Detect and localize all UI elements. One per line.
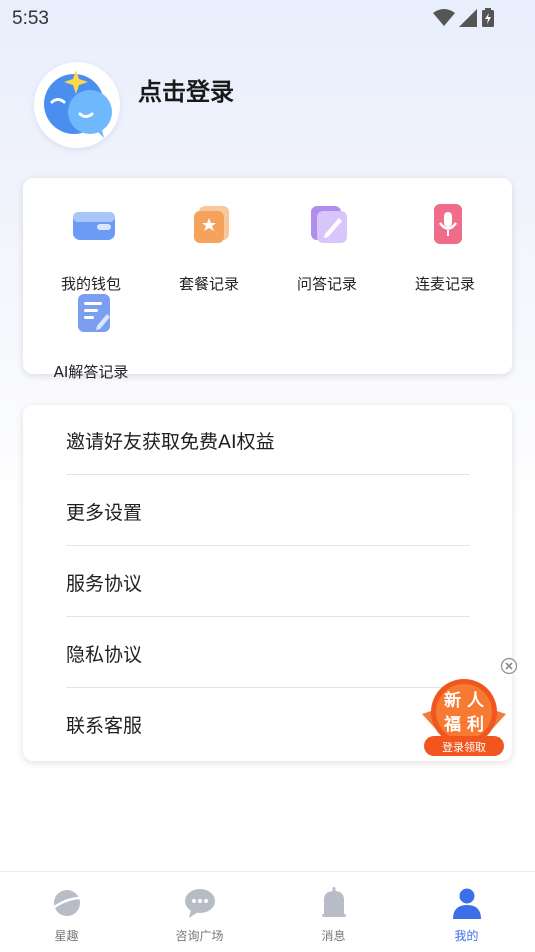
menu-item-label: 服务协议 bbox=[66, 573, 143, 595]
shortcut-label: 问答记录 bbox=[296, 275, 357, 293]
menu-item-support[interactable]: 联系客服 bbox=[66, 689, 470, 759]
tab-consult-square[interactable]: 咨询广场 bbox=[133, 872, 266, 952]
tab-label: 咨询广场 bbox=[175, 929, 224, 943]
user-icon bbox=[453, 888, 481, 919]
package-icon bbox=[194, 206, 229, 243]
shortcut-qa-record[interactable]: 问答记录 bbox=[268, 202, 386, 293]
login-link[interactable]: 点击登录 bbox=[138, 72, 234, 107]
chat-logo-icon bbox=[44, 70, 112, 138]
new-user-promo[interactable]: 新 人 福 利 登录领取 bbox=[420, 678, 508, 758]
shortcut-panel: 我的钱包 套餐记录 问答记录 连麦记录 AI解答记录 bbox=[23, 178, 512, 381]
divider bbox=[66, 545, 470, 546]
divider bbox=[66, 616, 470, 617]
shortcut-label: 连麦记录 bbox=[414, 275, 475, 293]
signal-icon bbox=[459, 9, 477, 27]
ai-answer-icon bbox=[78, 294, 110, 332]
profile-header[interactable]: 点击登录 bbox=[34, 62, 434, 148]
shortcut-wallet[interactable]: 我的钱包 bbox=[32, 202, 150, 293]
shortcut-ai-answer[interactable]: AI解答记录 bbox=[32, 290, 150, 381]
tab-mine[interactable]: 我的 bbox=[400, 872, 533, 952]
promo-line1: 新 人 bbox=[444, 691, 484, 711]
divider bbox=[66, 687, 470, 688]
shortcut-package[interactable]: 套餐记录 bbox=[150, 202, 268, 293]
tab-xingqu[interactable]: 星趣 bbox=[0, 872, 133, 952]
chat-bubble-icon bbox=[185, 889, 215, 918]
tab-messages[interactable]: 消息 bbox=[267, 872, 400, 952]
status-bar: 5:53 bbox=[0, 0, 535, 38]
tab-label: 消息 bbox=[321, 929, 346, 943]
menu-item-settings[interactable]: 更多设置 bbox=[66, 476, 470, 546]
qa-record-icon bbox=[311, 206, 347, 243]
promo-button[interactable]: 登录领取 bbox=[420, 739, 508, 755]
avatar[interactable] bbox=[34, 62, 120, 148]
menu-item-invite[interactable]: 邀请好友获取免费AI权益 bbox=[66, 405, 470, 475]
menu-item-label: 更多设置 bbox=[66, 502, 143, 524]
menu-item-privacy[interactable]: 隐私协议 bbox=[66, 618, 470, 688]
wallet-icon bbox=[73, 212, 115, 240]
tab-label: 我的 bbox=[454, 929, 479, 943]
tab-label: 星趣 bbox=[54, 929, 79, 943]
shortcut-label: AI解答记录 bbox=[53, 363, 129, 381]
close-icon[interactable] bbox=[500, 657, 518, 675]
menu-item-label: 邀请好友获取免费AI权益 bbox=[66, 431, 275, 453]
bell-icon bbox=[322, 887, 346, 917]
menu-item-label: 隐私协议 bbox=[66, 644, 143, 666]
menu-item-service-agreement[interactable]: 服务协议 bbox=[66, 547, 470, 617]
wifi-icon bbox=[433, 9, 455, 26]
mic-record-icon bbox=[434, 204, 462, 244]
planet-icon bbox=[52, 890, 82, 916]
status-time: 5:53 bbox=[12, 8, 49, 29]
status-icons bbox=[433, 8, 495, 28]
shortcut-mic-record[interactable]: 连麦记录 bbox=[386, 202, 504, 293]
battery-icon bbox=[482, 8, 494, 27]
shortcut-label: 套餐记录 bbox=[178, 275, 239, 293]
menu-item-label: 联系客服 bbox=[66, 715, 143, 737]
promo-line2: 福 利 bbox=[444, 715, 484, 735]
bottom-tab-bar: 星趣 咨询广场 消息 我的 bbox=[0, 871, 535, 952]
divider bbox=[66, 474, 470, 475]
